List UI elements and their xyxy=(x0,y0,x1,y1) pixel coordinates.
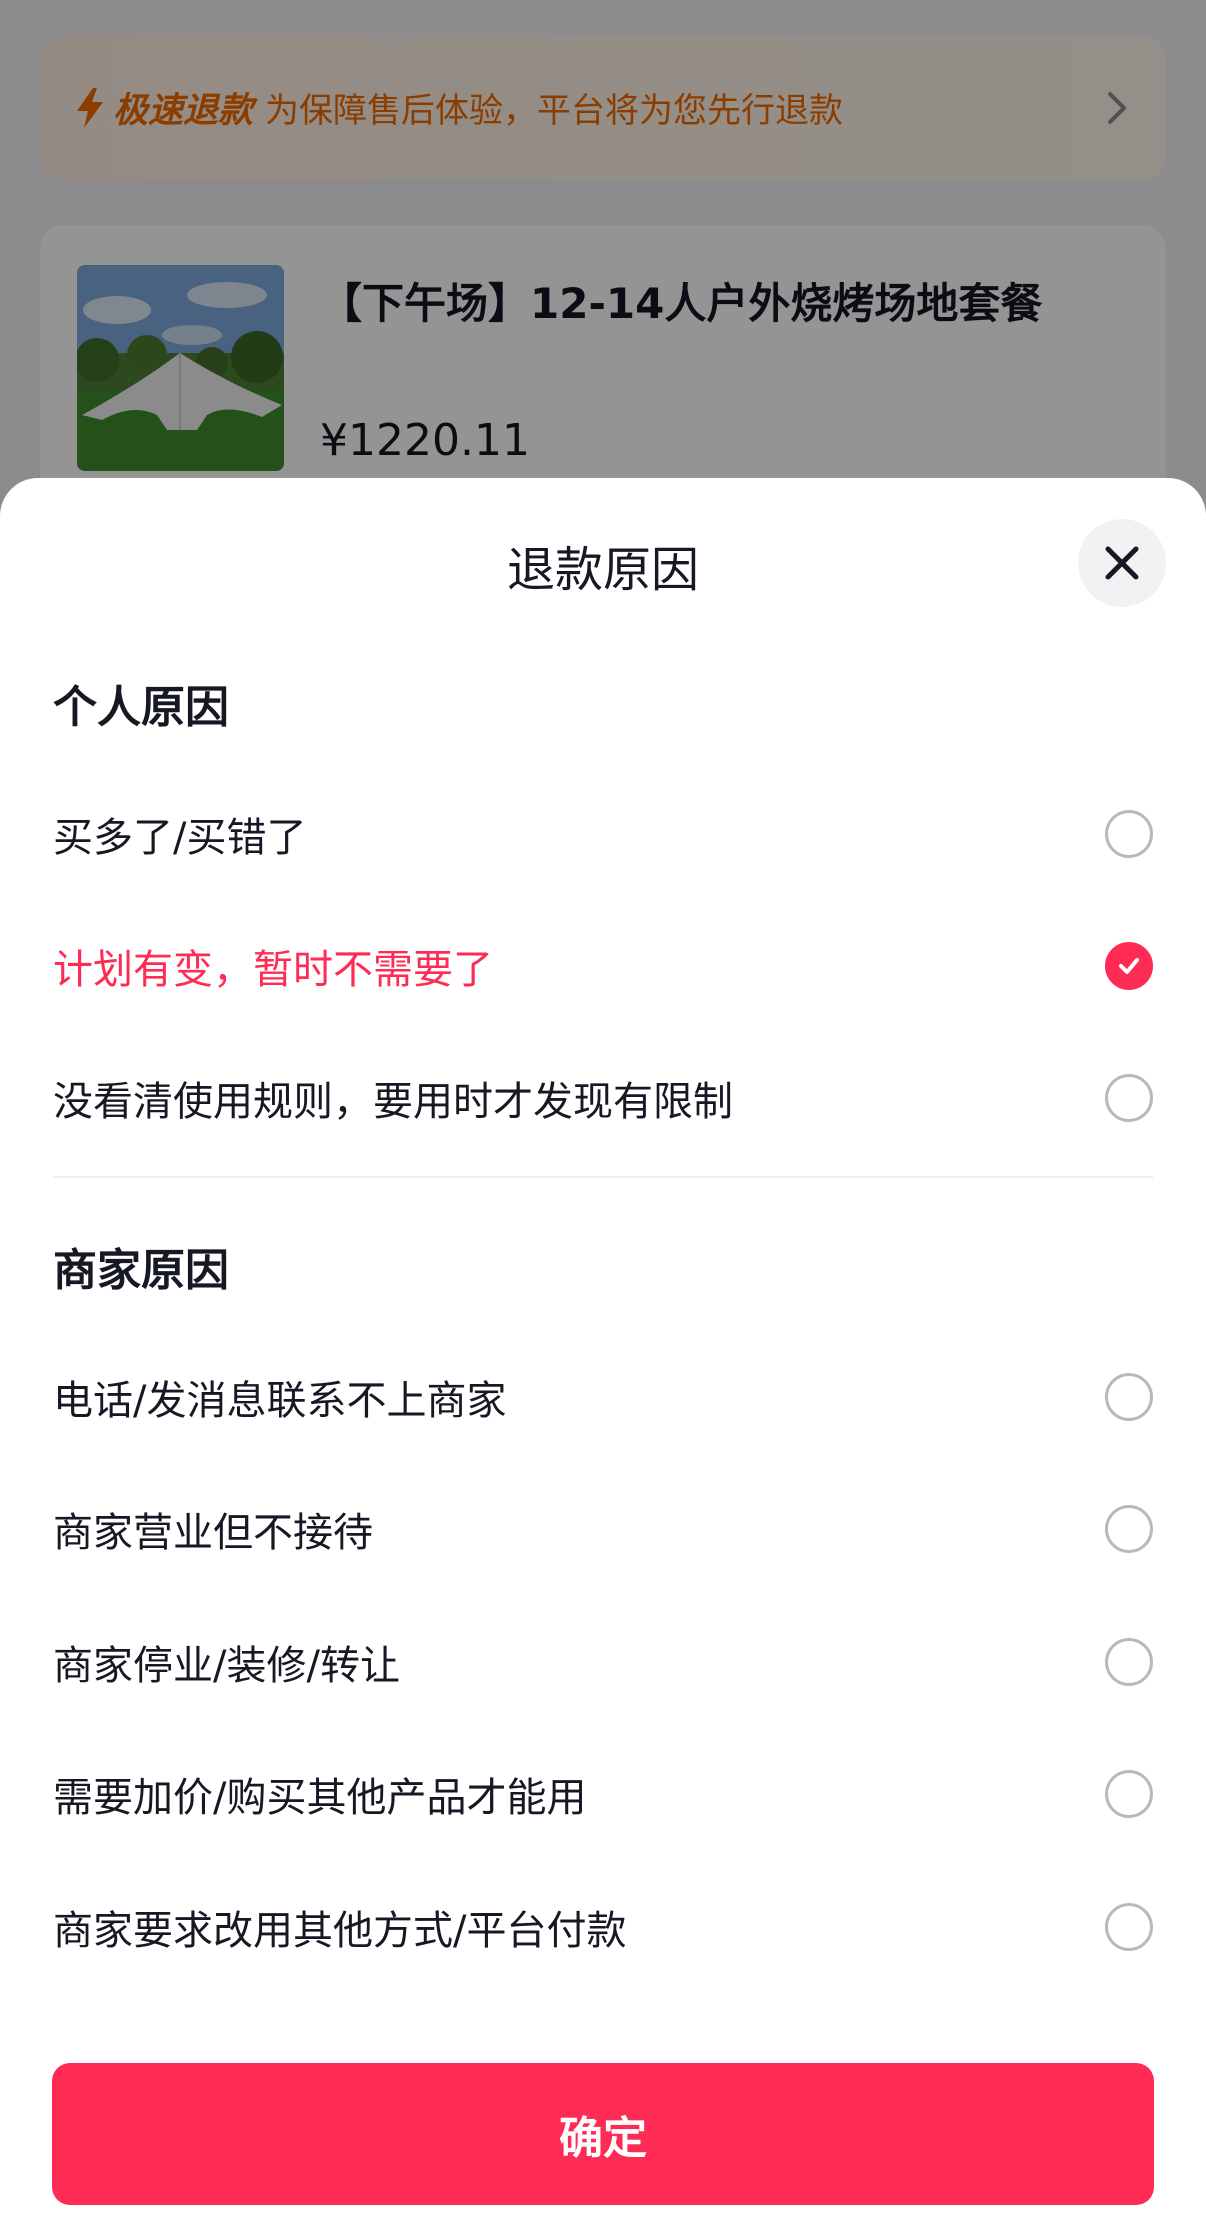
radio-unchecked-icon[interactable] xyxy=(1105,1903,1153,1951)
radio-unchecked-icon[interactable] xyxy=(1105,1074,1153,1122)
option-extra-charge[interactable]: 需要加价/购买其他产品才能用 xyxy=(0,1728,1206,1860)
radio-unchecked-icon[interactable] xyxy=(1105,1638,1153,1686)
option-label: 买多了/买错了 xyxy=(53,815,307,861)
refund-reason-sheet: 退款原因 个人原因 买多了/买错了 计划有变，暂时不需要了 没看清使用规则，要用… xyxy=(0,478,1206,2237)
section-title-merchant: 商家原因 xyxy=(53,1245,229,1296)
option-cannot-contact[interactable]: 电话/发消息联系不上商家 xyxy=(0,1331,1206,1463)
option-other-payment[interactable]: 商家要求改用其他方式/平台付款 xyxy=(0,1861,1206,1993)
checkmark-icon xyxy=(1119,958,1139,974)
section-divider xyxy=(53,1176,1153,1178)
radio-unchecked-icon[interactable] xyxy=(1105,1770,1153,1818)
option-unclear-rules[interactable]: 没看清使用规则，要用时才发现有限制 xyxy=(0,1032,1206,1164)
option-bought-wrong[interactable]: 买多了/买错了 xyxy=(0,768,1206,900)
option-label: 商家营业但不接待 xyxy=(53,1510,373,1556)
radio-checked-icon[interactable] xyxy=(1105,942,1153,990)
option-label: 电话/发消息联系不上商家 xyxy=(53,1378,507,1424)
radio-unchecked-icon[interactable] xyxy=(1105,810,1153,858)
option-label: 需要加价/购买其他产品才能用 xyxy=(53,1775,587,1821)
option-label: 没看清使用规则，要用时才发现有限制 xyxy=(53,1079,733,1125)
close-icon xyxy=(1105,546,1139,580)
option-label: 商家要求改用其他方式/平台付款 xyxy=(53,1908,627,1954)
close-button[interactable] xyxy=(1078,519,1166,607)
option-label: 计划有变，暂时不需要了 xyxy=(53,947,493,993)
radio-unchecked-icon[interactable] xyxy=(1105,1505,1153,1553)
option-plan-changed[interactable]: 计划有变，暂时不需要了 xyxy=(0,900,1206,1032)
sheet-title: 退款原因 xyxy=(506,542,699,598)
option-label: 商家停业/装修/转让 xyxy=(53,1643,400,1689)
confirm-button[interactable]: 确定 xyxy=(52,2063,1154,2205)
option-closed-renovating[interactable]: 商家停业/装修/转让 xyxy=(0,1596,1206,1728)
section-title-personal: 个人原因 xyxy=(53,682,229,733)
radio-unchecked-icon[interactable] xyxy=(1105,1373,1153,1421)
option-not-receiving[interactable]: 商家营业但不接待 xyxy=(0,1463,1206,1595)
